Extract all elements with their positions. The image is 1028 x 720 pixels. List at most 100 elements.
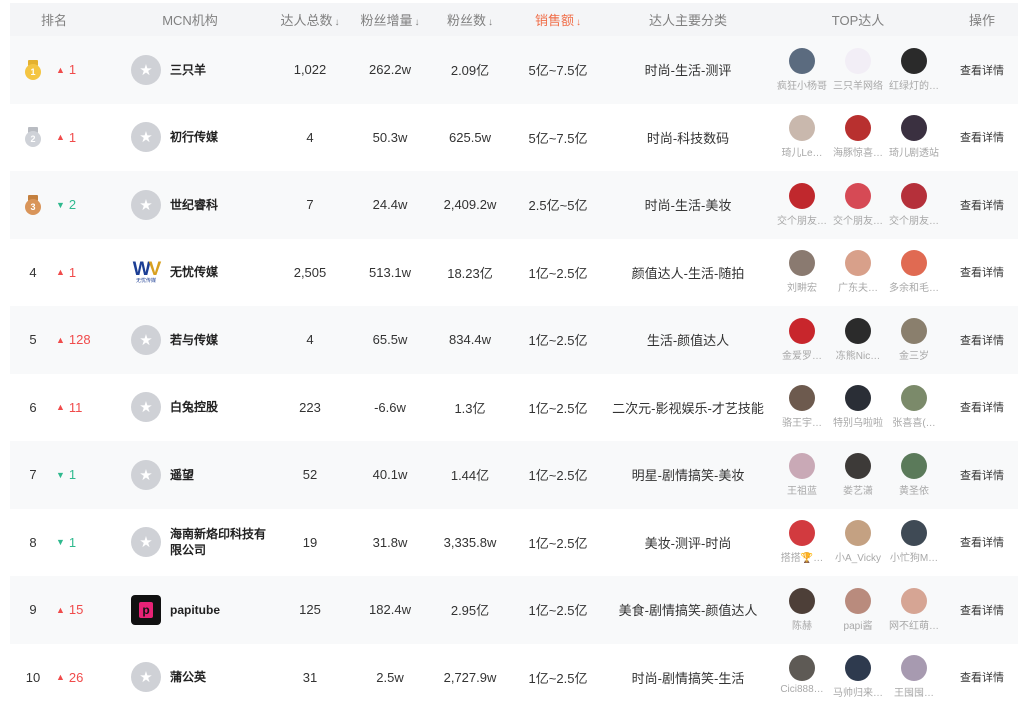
avatar[interactable]: [845, 317, 871, 344]
talent-name[interactable]: 马帅归来…: [830, 684, 886, 699]
top-talent[interactable]: 疯狂小杨哥: [774, 47, 830, 92]
talent-name[interactable]: 红绿灯的…: [886, 77, 942, 92]
mcn-cell[interactable]: p papitube: [110, 594, 270, 625]
mcn-cell[interactable]: ★ 世纪睿科: [110, 189, 270, 220]
talent-name[interactable]: 多余和毛…: [886, 279, 942, 294]
top-talent[interactable]: 刘畊宏: [774, 250, 830, 294]
top-talent[interactable]: 冻熊Nic…: [830, 317, 886, 362]
top-talent[interactable]: 骆王宇…: [774, 385, 830, 429]
top-talent[interactable]: 金爱罗…: [774, 317, 830, 362]
top-talent[interactable]: 特别乌啦啦: [830, 385, 886, 429]
avatar[interactable]: [845, 385, 871, 412]
talent-name[interactable]: 刘畊宏: [774, 279, 830, 294]
avatar[interactable]: [845, 182, 871, 209]
top-talent[interactable]: 小A_Vicky: [830, 520, 886, 564]
view-details-link[interactable]: 查看详情: [960, 200, 1004, 212]
avatar[interactable]: [901, 250, 927, 277]
top-talent[interactable]: 王祖蓝: [774, 452, 830, 497]
mcn-cell[interactable]: ★ 蒲公英: [110, 662, 270, 693]
avatar[interactable]: [789, 385, 815, 412]
avatar[interactable]: [901, 655, 927, 682]
talent-name[interactable]: 金爱罗…: [774, 347, 830, 362]
top-talent[interactable]: 张喜喜(…: [886, 385, 942, 429]
avatar[interactable]: [845, 452, 871, 479]
avatar[interactable]: [789, 250, 815, 277]
avatar[interactable]: [901, 452, 927, 479]
mcn-name[interactable]: 遥望: [170, 467, 194, 483]
mcn-cell[interactable]: WV 无忧传媒 无忧传媒: [110, 259, 270, 286]
mcn-name[interactable]: 无忧传媒: [170, 264, 218, 280]
talent-name[interactable]: 网不红萌…: [886, 617, 942, 632]
top-talent[interactable]: 交个朋友…: [774, 182, 830, 227]
avatar[interactable]: [789, 317, 815, 344]
top-talent[interactable]: Cici888…: [774, 655, 830, 699]
talent-name[interactable]: 黄圣依: [886, 482, 942, 497]
top-talent[interactable]: 琦儿Le…: [774, 115, 830, 159]
view-details-link[interactable]: 查看详情: [960, 65, 1004, 77]
view-details-link[interactable]: 查看详情: [960, 132, 1004, 144]
mcn-cell[interactable]: ★ 三只羊: [110, 54, 270, 85]
avatar[interactable]: [845, 250, 871, 277]
top-talent[interactable]: 广东夫…: [830, 250, 886, 294]
mcn-cell[interactable]: ★ 海南新烙印科技有限公司: [110, 526, 270, 558]
talent-name[interactable]: 特别乌啦啦: [830, 414, 886, 429]
avatar[interactable]: [789, 655, 815, 682]
view-details-link[interactable]: 查看详情: [960, 537, 1004, 549]
view-details-link[interactable]: 查看详情: [960, 267, 1004, 279]
top-talent[interactable]: 王囤囤…: [886, 655, 942, 699]
avatar[interactable]: [901, 587, 927, 614]
avatar[interactable]: [901, 317, 927, 344]
mcn-cell[interactable]: ★ 白兔控股: [110, 392, 270, 423]
talent-name[interactable]: 金三岁: [886, 347, 942, 362]
avatar[interactable]: [845, 115, 871, 142]
talent-name[interactable]: 海豚惊喜…: [830, 144, 886, 159]
header-sales[interactable]: 销售额 ↓: [510, 10, 606, 29]
talent-name[interactable]: 琦儿剧透站: [886, 144, 942, 159]
avatar[interactable]: [845, 587, 871, 614]
talent-name[interactable]: 交个朋友…: [774, 212, 830, 227]
avatar[interactable]: [789, 47, 815, 74]
talent-name[interactable]: 骆王宇…: [774, 414, 830, 429]
mcn-name[interactable]: 三只羊: [170, 62, 206, 78]
talent-name[interactable]: 小A_Vicky: [830, 549, 886, 564]
top-talent[interactable]: 交个朋友…: [886, 182, 942, 227]
avatar[interactable]: [789, 520, 815, 547]
view-details-link[interactable]: 查看详情: [960, 335, 1004, 347]
avatar[interactable]: [845, 520, 871, 547]
top-talent[interactable]: 三只羊网络: [830, 47, 886, 92]
top-talent[interactable]: 马帅归来…: [830, 655, 886, 699]
avatar[interactable]: [789, 182, 815, 209]
mcn-name[interactable]: 初行传媒: [170, 129, 218, 145]
top-talent[interactable]: 黄圣依: [886, 452, 942, 497]
top-talent[interactable]: 琦儿剧透站: [886, 115, 942, 159]
talent-name[interactable]: 交个朋友…: [830, 212, 886, 227]
top-talent[interactable]: 娄艺潇: [830, 452, 886, 497]
top-talent[interactable]: 网不红萌…: [886, 587, 942, 632]
talent-name[interactable]: 王祖蓝: [774, 482, 830, 497]
avatar[interactable]: [845, 47, 871, 74]
talent-name[interactable]: 王囤囤…: [886, 684, 942, 699]
top-talent[interactable]: papi酱: [830, 587, 886, 632]
avatar[interactable]: [789, 115, 815, 142]
talent-name[interactable]: 广东夫…: [830, 279, 886, 294]
talent-name[interactable]: 娄艺潇: [830, 482, 886, 497]
header-talent-total[interactable]: 达人总数 ↓: [270, 10, 350, 29]
avatar[interactable]: [789, 452, 815, 479]
mcn-cell[interactable]: ★ 初行传媒: [110, 122, 270, 153]
avatar[interactable]: [901, 182, 927, 209]
talent-name[interactable]: 冻熊Nic…: [830, 347, 886, 362]
mcn-name[interactable]: papitube: [170, 602, 220, 618]
avatar[interactable]: [901, 520, 927, 547]
talent-name[interactable]: 三只羊网络: [830, 77, 886, 92]
mcn-name[interactable]: 白兔控股: [170, 399, 218, 415]
talent-name[interactable]: 小忙狗M…: [886, 549, 942, 564]
avatar[interactable]: [789, 587, 815, 614]
mcn-cell[interactable]: ★ 若与传媒: [110, 324, 270, 355]
talent-name[interactable]: 琦儿Le…: [774, 144, 830, 159]
talent-name[interactable]: 交个朋友…: [886, 212, 942, 227]
avatar[interactable]: [901, 385, 927, 412]
top-talent[interactable]: 金三岁: [886, 317, 942, 362]
top-talent[interactable]: 海豚惊喜…: [830, 115, 886, 159]
avatar[interactable]: [901, 115, 927, 142]
top-talent[interactable]: 搭搭🏆…: [774, 520, 830, 564]
